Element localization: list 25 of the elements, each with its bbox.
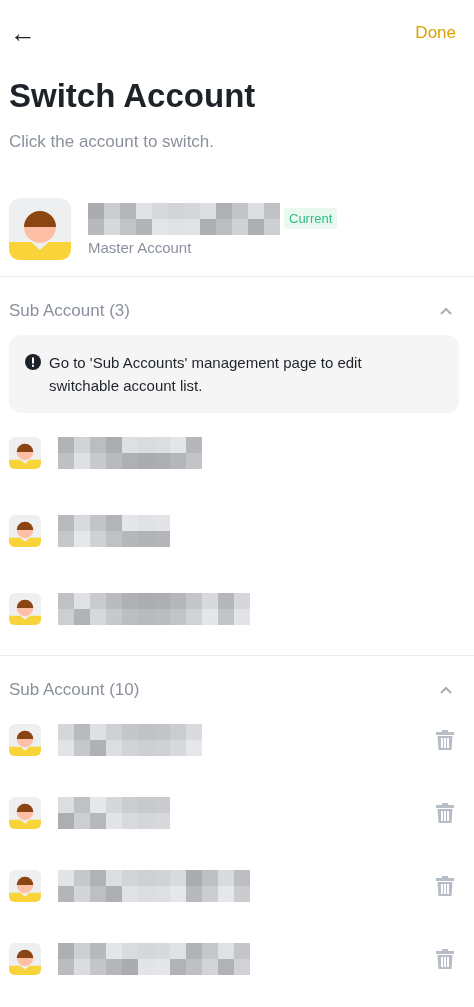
- exclamation-icon: [25, 354, 41, 370]
- section-title: Sub Account (3): [9, 301, 130, 321]
- chevron-up-icon[interactable]: [440, 686, 452, 694]
- page-title: Switch Account: [9, 76, 257, 116]
- avatar-icon: [9, 870, 41, 902]
- avatar-icon: [9, 198, 71, 260]
- back-button[interactable]: ←: [8, 18, 38, 48]
- trash-icon[interactable]: [436, 730, 454, 750]
- page-subtitle: Click the account to switch.: [9, 132, 216, 152]
- trash-icon[interactable]: [436, 803, 454, 823]
- trash-icon[interactable]: [436, 876, 454, 896]
- avatar-icon: [9, 515, 41, 547]
- master-account-row[interactable]: Current Master Account: [9, 198, 474, 276]
- avatar-icon: [9, 943, 41, 975]
- section-title: Sub Account (10): [9, 680, 140, 700]
- notice-text: Go to 'Sub Accounts' management page to edit switchable account list.: [49, 353, 363, 396]
- avatar-icon: [9, 797, 41, 829]
- done-button[interactable]: Done: [413, 23, 458, 43]
- avatar-icon: [9, 593, 41, 625]
- chevron-up-icon[interactable]: [440, 307, 452, 315]
- avatar-icon: [9, 437, 41, 469]
- avatar-icon: [9, 724, 41, 756]
- account-role: Master Account: [88, 238, 193, 256]
- current-badge: Current: [284, 208, 338, 229]
- trash-icon[interactable]: [436, 949, 454, 969]
